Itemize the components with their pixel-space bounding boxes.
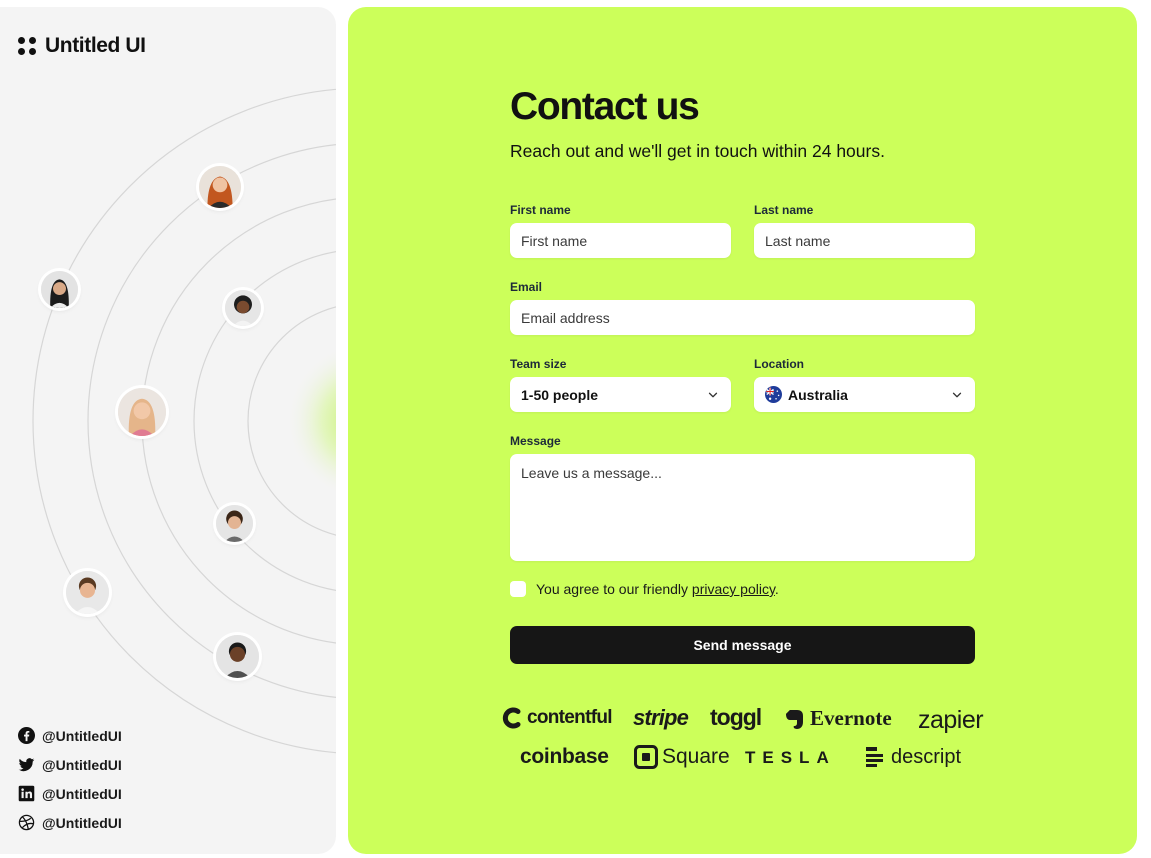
logo-contentful: contentful <box>501 706 613 730</box>
privacy-agreement: You agree to our friendly privacy policy… <box>510 581 779 597</box>
location-value: Australia <box>788 386 848 403</box>
avatar <box>41 271 78 308</box>
social-handle: @UntitledUI <box>42 785 122 802</box>
logo-text: toggl <box>710 704 762 730</box>
email-field <box>510 300 975 335</box>
message-field <box>510 454 975 561</box>
logo-text: stripe <box>633 705 689 730</box>
send-message-button[interactable]: Send message <box>510 626 975 664</box>
facebook-icon <box>18 727 35 744</box>
chevron-down-icon <box>952 392 962 397</box>
logo-text: TESLA <box>745 748 836 767</box>
page-title: Contact us <box>510 85 700 128</box>
left-panel: Untitled UI @UntitledUI @UntitledUI @Unt… <box>0 7 336 854</box>
evernote-icon <box>786 709 803 729</box>
message-textarea[interactable] <box>521 465 964 549</box>
logo-toggl: toggl <box>710 704 762 731</box>
location-select[interactable]: Australia <box>754 377 975 412</box>
social-dribbble[interactable]: @UntitledUI <box>18 814 122 831</box>
agree-checkbox[interactable] <box>510 581 526 597</box>
logo-evernote: Evernote <box>784 706 892 731</box>
social-handle: @UntitledUI <box>42 756 122 773</box>
logo-square: Square <box>634 745 730 769</box>
contact-form-panel: Contact us Reach out and we'll get in to… <box>348 7 1137 854</box>
social-linkedin[interactable]: @UntitledUI <box>18 785 122 802</box>
contentful-icon <box>502 707 521 729</box>
last-name-input[interactable] <box>765 232 964 249</box>
email-label: Email <box>510 280 543 294</box>
team-size-select[interactable]: 1-50 people <box>510 377 731 412</box>
logo-text: Square <box>662 745 730 768</box>
avatar <box>66 571 109 614</box>
logo-text: Evernote <box>810 706 892 730</box>
logo-text: coinbase <box>520 745 609 768</box>
australia-flag-icon <box>765 386 782 403</box>
logo-text: contentful <box>527 707 613 728</box>
twitter-icon <box>18 758 35 772</box>
logo-text: zapier <box>918 706 984 734</box>
square-icon <box>634 745 658 769</box>
team-size-value: 1-50 people <box>521 386 599 403</box>
social-links: @UntitledUI @UntitledUI @UntitledUI @Unt… <box>18 727 122 831</box>
social-handle: @UntitledUI <box>42 727 122 744</box>
avatar <box>225 290 261 326</box>
social-facebook[interactable]: @UntitledUI <box>18 727 122 744</box>
page-subtitle: Reach out and we'll get in touch within … <box>510 141 885 161</box>
descript-icon <box>866 747 883 767</box>
logo-zapier: zapier <box>918 706 984 735</box>
avatar <box>199 166 241 208</box>
first-name-input[interactable] <box>521 232 720 249</box>
linkedin-icon <box>18 785 35 802</box>
logo-descript: descript <box>865 745 961 769</box>
last-name-label: Last name <box>754 203 814 217</box>
agree-prefix: You agree to our friendly <box>536 581 692 597</box>
location-label: Location <box>754 357 804 371</box>
avatar <box>216 635 259 678</box>
agree-text: You agree to our friendly privacy policy… <box>536 581 779 597</box>
logo-stripe: stripe <box>633 705 689 731</box>
logo-text: descript <box>891 745 962 768</box>
logo-coinbase: coinbase <box>520 745 609 769</box>
logo-tesla: TESLA <box>745 748 836 768</box>
agree-suffix: . <box>774 581 779 597</box>
first-name-field <box>510 223 731 258</box>
chevron-down-icon <box>708 392 718 397</box>
avatar <box>118 388 166 436</box>
team-size-label: Team size <box>510 357 567 371</box>
privacy-policy-link[interactable]: privacy policy <box>692 581 775 597</box>
message-label: Message <box>510 434 561 448</box>
last-name-field <box>754 223 975 258</box>
avatar <box>216 505 253 542</box>
dribbble-icon <box>18 814 35 831</box>
first-name-label: First name <box>510 203 571 217</box>
social-twitter[interactable]: @UntitledUI <box>18 756 122 773</box>
social-handle: @UntitledUI <box>42 814 122 831</box>
email-input[interactable] <box>521 309 964 326</box>
